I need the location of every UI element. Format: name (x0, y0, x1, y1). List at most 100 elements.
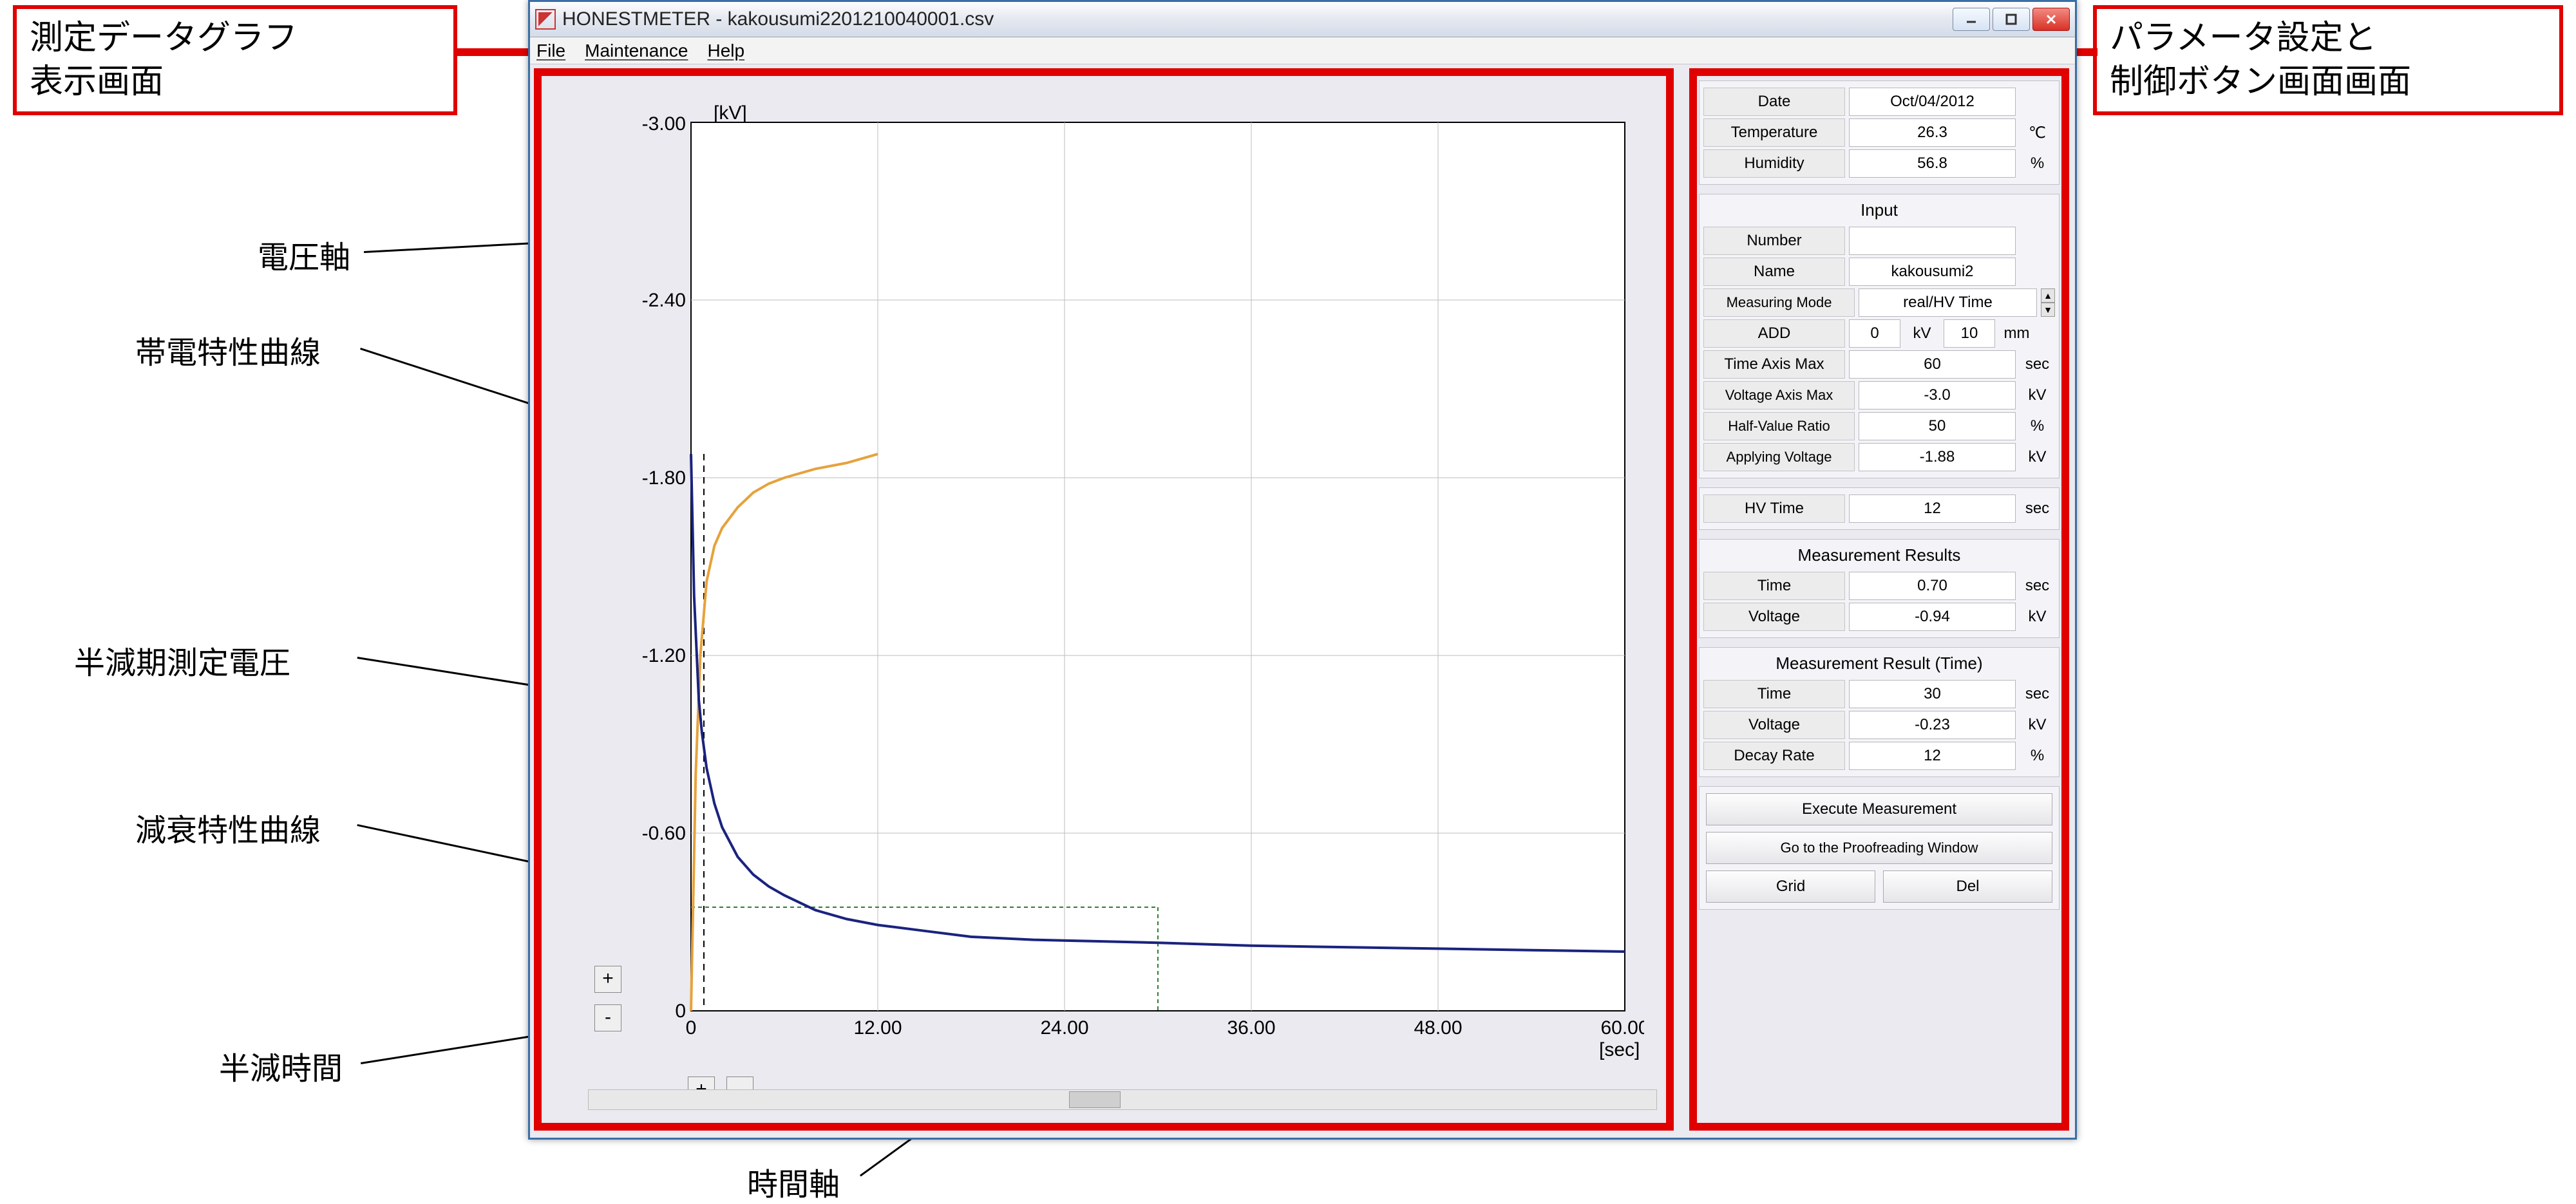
results-voltage-value: -0.94 (1849, 603, 2016, 631)
y-tick: -1.20 (642, 645, 686, 666)
callout-charge-curve: 帯電特性曲線 (135, 327, 321, 372)
half-value-ratio-field[interactable]: 50 (1859, 412, 2016, 440)
window-title: HONESTMETER - kakousumi2201210040001.csv (562, 8, 994, 30)
maximize-icon (2004, 12, 2018, 26)
time-axis-max-unit: sec (2020, 355, 2055, 373)
y-tick: -0.60 (642, 823, 686, 844)
group-input: Input Number Name kakousumi2 Measuring M… (1699, 194, 2060, 478)
decay-rate-label: Decay Rate (1703, 742, 1845, 770)
applying-voltage-field[interactable]: -1.88 (1859, 443, 2016, 471)
name-label: Name (1703, 258, 1845, 286)
add-mm-field[interactable]: 10 (1944, 319, 1995, 348)
x-tick: 0 (686, 1017, 697, 1039)
time-axis-max-label: Time Axis Max (1703, 350, 1845, 379)
measuring-mode-select[interactable]: real/HV Time (1859, 288, 2037, 317)
add-mm-unit: mm (1999, 325, 2034, 343)
group-hv-time: HV Time 12 sec (1699, 487, 2060, 530)
x-tick: 48.00 (1414, 1017, 1462, 1039)
app-icon (535, 9, 556, 30)
result-time-time-field[interactable]: 30 (1849, 680, 2016, 708)
hv-time-field[interactable]: 12 (1849, 494, 2016, 523)
group-measurement-results: Measurement Results Time 0.70 sec Voltag… (1699, 539, 2060, 638)
y-zoom-in-button[interactable]: + (594, 966, 621, 993)
group-input-title: Input (1703, 198, 2055, 224)
y-unit-label: [kV] (714, 102, 747, 124)
time-axis-max-field[interactable]: 60 (1849, 350, 2016, 379)
x-tick: 12.00 (853, 1017, 902, 1039)
humidity-value: 56.8 (1849, 149, 2016, 178)
result-time-time-label: Time (1703, 680, 1845, 708)
connector (457, 48, 538, 56)
group-buttons: Execute Measurement Go to the Proofreadi… (1699, 786, 2060, 910)
x-tick: 24.00 (1040, 1017, 1088, 1039)
decay-rate-value: 12 (1849, 742, 2016, 770)
callout-graph-area: 測定データグラフ 表示画面 (13, 5, 457, 115)
date-value: Oct/04/2012 (1849, 88, 2016, 116)
group-measurement-result-time: Measurement Result (Time) Time 30 sec Vo… (1699, 647, 2060, 777)
titlebar: HONESTMETER - kakousumi2201210040001.csv (530, 2, 2075, 37)
results-time-unit: sec (2020, 577, 2055, 595)
temperature-value: 26.3 (1849, 118, 2016, 147)
minimize-button[interactable] (1953, 8, 1990, 31)
y-tick: -1.80 (642, 467, 686, 489)
temperature-unit: ℃ (2020, 124, 2055, 142)
name-field[interactable]: kakousumi2 (1849, 258, 2016, 286)
close-button[interactable] (2032, 8, 2070, 31)
result-time-voltage-value: -0.23 (1849, 711, 2016, 739)
callout-half-time: 半減時間 (219, 1043, 343, 1088)
callout-voltage-axis: 電圧軸 (258, 232, 350, 277)
chart-area: [kV] [sec] (549, 84, 1670, 1114)
x-tick: 36.00 (1227, 1017, 1275, 1039)
results-time-label: Time (1703, 572, 1845, 600)
callout-decay-curve: 減衰特性曲線 (135, 805, 321, 850)
decay-rate-unit: % (2020, 747, 2055, 765)
hv-time-label: HV Time (1703, 494, 1845, 523)
chart-plot: [kV] [sec] (639, 97, 1644, 1069)
close-icon (2044, 12, 2058, 26)
voltage-axis-max-label: Voltage Axis Max (1703, 381, 1855, 409)
voltage-axis-max-field[interactable]: -3.0 (1859, 381, 2016, 409)
proofreading-window-button[interactable]: Go to the Proofreading Window (1706, 832, 2052, 864)
hv-time-unit: sec (2020, 500, 2055, 518)
results-time-value: 0.70 (1849, 572, 2016, 600)
callout-param-area: パラメータ設定と 制御ボタン画面画面 (2093, 5, 2563, 115)
del-button[interactable]: Del (1883, 870, 2052, 903)
chevron-up-icon: ▲ (2041, 288, 2055, 303)
measuring-mode-label: Measuring Mode (1703, 288, 1855, 317)
result-time-time-unit: sec (2020, 685, 2055, 703)
y-tick: -2.40 (642, 290, 686, 311)
add-kv-unit: kV (1904, 325, 1940, 343)
measuring-mode-spinner[interactable]: ▲▼ (2041, 288, 2055, 317)
result-time-voltage-unit: kV (2020, 716, 2055, 734)
menubar: File Maintenance Help (530, 37, 2075, 64)
y-zoom-out-button[interactable]: - (594, 1004, 621, 1031)
grid-button[interactable]: Grid (1706, 870, 1875, 903)
horizontal-scrollbar[interactable] (588, 1089, 1657, 1110)
minimize-icon (1964, 12, 1978, 26)
temperature-label: Temperature (1703, 118, 1845, 147)
number-field[interactable] (1849, 227, 2016, 255)
app-window: HONESTMETER - kakousumi2201210040001.csv… (528, 0, 2077, 1140)
humidity-label: Humidity (1703, 149, 1845, 178)
add-kv-field[interactable]: 0 (1849, 319, 1900, 348)
parameter-panel: Date Oct/04/2012 Temperature 26.3 ℃ Humi… (1699, 80, 2060, 910)
add-label: ADD (1703, 319, 1845, 348)
result-time-title: Measurement Result (Time) (1703, 652, 2055, 677)
half-value-ratio-label: Half-Value Ratio (1703, 412, 1855, 440)
x-tick: 60.00 (1600, 1017, 1644, 1039)
applying-voltage-unit: kV (2020, 448, 2055, 466)
results-title: Measurement Results (1703, 543, 2055, 569)
menu-maintenance[interactable]: Maintenance (585, 41, 688, 61)
execute-measurement-button[interactable]: Execute Measurement (1706, 793, 2052, 825)
humidity-unit: % (2020, 155, 2055, 173)
callout-half-voltage: 半減期測定電圧 (74, 637, 290, 682)
applying-voltage-label: Applying Voltage (1703, 443, 1855, 471)
maximize-button[interactable] (1993, 8, 2030, 31)
menu-file[interactable]: File (536, 41, 565, 61)
voltage-axis-max-unit: kV (2020, 386, 2055, 404)
chevron-down-icon: ▼ (2041, 303, 2055, 317)
number-label: Number (1703, 227, 1845, 255)
result-time-voltage-label: Voltage (1703, 711, 1845, 739)
x-unit-label: [sec] (1599, 1039, 1640, 1060)
menu-help[interactable]: Help (707, 41, 744, 61)
